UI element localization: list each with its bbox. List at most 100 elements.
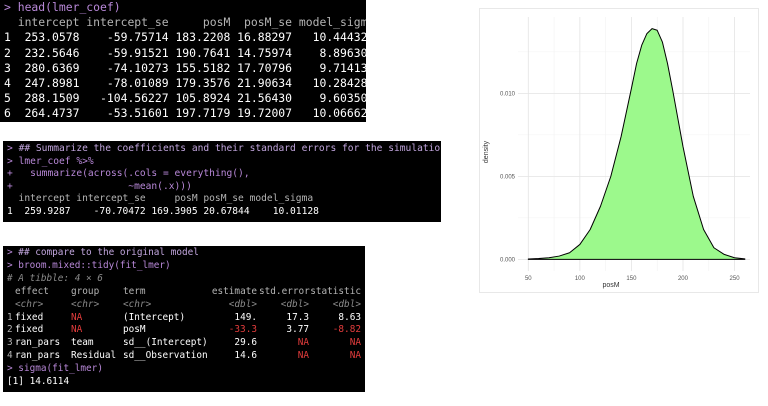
prompt-symbol: > xyxy=(7,155,19,167)
table-cell-num: 1 xyxy=(7,311,13,323)
prompt-symbol: > xyxy=(7,247,19,258)
column-type-estimate: <dbl> xyxy=(228,298,257,310)
column-header-estimate: estimate xyxy=(211,285,257,297)
table-cell-effect: fixed xyxy=(15,324,44,336)
command-text: head(lmer_coef) xyxy=(17,0,121,14)
prompt-symbol: > xyxy=(4,0,18,14)
column-type-group: <chr> xyxy=(71,298,100,310)
prompt-symbol: > xyxy=(7,363,19,375)
table-cell-effect: ran_pars xyxy=(15,350,61,362)
output-line: 2 232.5646 -59.91521 190.7641 14.75974 8… xyxy=(4,45,366,60)
output-line: 5 288.1509 -104.56227 105.8924 21.56430 … xyxy=(4,91,366,106)
y-tick-label: 0.010 xyxy=(500,91,516,97)
output-text: intercept intercept_se posM posM_se mode… xyxy=(4,15,366,30)
output-text: 1 253.0578 -59.75714 183.2208 16.88297 1… xyxy=(4,30,366,45)
tibble-dimensions: # A tibble: 4 × 6 xyxy=(7,272,103,284)
command-text: summarize(across(.cols = everything(), xyxy=(18,168,250,180)
column-header-group: group xyxy=(71,285,100,297)
command-line: > lmer_coef %>% xyxy=(7,155,94,167)
output-line: 6 264.4737 -53.51601 197.7179 19.72007 1… xyxy=(4,108,366,119)
command-line: > ## compare to the original model xyxy=(7,248,199,257)
prompt-symbol: + xyxy=(7,180,19,192)
table-cell-stderror: NA xyxy=(297,350,309,362)
table-cell-statistic: NA xyxy=(349,350,361,362)
x-axis-ticks: 50 100 150 200 250 xyxy=(525,276,740,282)
command-line: > broom.mixed::tidy(fit_lmer) xyxy=(7,261,171,270)
column-header-effect: effect xyxy=(15,285,49,297)
command-text: sigma(fit_lmer) xyxy=(18,363,103,375)
output-line: 4 247.8981 -78.01089 179.3576 21.90634 1… xyxy=(4,77,366,89)
table-cell-effect: fixed xyxy=(15,311,44,323)
console-tidy-output: > ## compare to the original model > broo… xyxy=(3,246,365,392)
console-head-output: > head(lmer_coef) intercept intercept_se… xyxy=(0,0,366,122)
table-cell-estimate: 149. xyxy=(234,311,257,323)
table-cell-effect: ran_pars xyxy=(15,337,61,349)
table-cell-estimate: 29.6 xyxy=(234,337,257,349)
output-line: 1 259.9287 -70.70472 169.3905 20.67844 1… xyxy=(7,207,319,217)
table-cell-group: Residual xyxy=(71,350,117,362)
column-type-stderror: <dbl> xyxy=(280,298,309,310)
tibble-header: # A tibble: 4 × 6 xyxy=(7,274,103,283)
command-line: + ~mean(.x))) xyxy=(7,180,192,192)
output-line: 1 253.0578 -59.75714 183.2208 16.88297 1… xyxy=(4,32,366,43)
output-line: intercept intercept_se posM posM_se mode… xyxy=(4,15,366,30)
density-plot: 50 100 150 200 250 0.000 0.005 0.010 posM dens… xyxy=(479,8,759,293)
output-line: [1] 14.6114 xyxy=(7,377,69,386)
column-header-stderror: std.error xyxy=(259,285,310,297)
table-cell-group: team xyxy=(71,337,94,349)
prompt-symbol: > xyxy=(7,143,19,154)
command-text: ## Summarize the coefficients and their … xyxy=(18,143,441,154)
x-tick-label: 50 xyxy=(525,276,532,282)
table-cell-term: sd__Observation xyxy=(123,350,208,362)
column-type-statistic: <dbl> xyxy=(332,298,361,310)
table-cell-term: sd__(Intercept) xyxy=(123,337,208,349)
output-text: intercept intercept_se posM posM_se mode… xyxy=(7,193,314,205)
prompt-symbol: + xyxy=(7,168,19,180)
table-cell-statistic: NA xyxy=(349,337,361,349)
table-cell-stderror: NA xyxy=(297,337,309,349)
column-header-num xyxy=(7,287,13,296)
table-cell-term: posM xyxy=(123,324,146,336)
y-axis-ticks: 0.000 0.005 0.010 xyxy=(500,91,516,263)
output-line: 3 280.6369 -74.10273 155.5182 17.70796 9… xyxy=(4,60,366,75)
x-tick-label: 100 xyxy=(575,276,586,282)
table-cell-num: 2 xyxy=(7,324,13,336)
command-line: + summarize(across(.cols = everything(), xyxy=(7,169,250,179)
table-cell-num: 4 xyxy=(7,350,13,362)
density-area xyxy=(527,28,746,260)
output-text: 2 232.5646 -59.91521 190.7641 14.75974 8… xyxy=(4,45,366,60)
y-tick-label: 0.000 xyxy=(500,257,516,263)
y-tick-label: 0.005 xyxy=(500,174,516,180)
prompt-symbol: > xyxy=(7,259,19,271)
table-cell-estimate: -33.3 xyxy=(228,324,257,336)
table-cell-num: 3 xyxy=(7,337,13,349)
command-text: ## compare to the original model xyxy=(18,247,199,258)
output-text: 5 288.1509 -104.56227 105.8924 21.56430 … xyxy=(4,91,366,106)
column-type-effect: <chr> xyxy=(15,298,44,310)
command-text: lmer_coef %>% xyxy=(18,155,94,167)
y-axis-label: density xyxy=(483,140,490,163)
table-cell-statistic: 8.63 xyxy=(338,311,361,323)
command-line: > head(lmer_coef) xyxy=(4,0,121,14)
console-summarize-output: > ## Summarize the coefficients and thei… xyxy=(3,141,441,222)
command-text: ~mean(.x))) xyxy=(18,180,192,192)
table-cell-group: NA xyxy=(71,311,83,323)
column-header-term: term xyxy=(123,285,146,297)
table-cell-statistic: -8.82 xyxy=(332,324,361,336)
table-cell-term: (Intercept) xyxy=(123,311,186,323)
table-cell-estimate: 14.6 xyxy=(234,350,257,362)
table-cell-group: NA xyxy=(71,324,83,336)
column-type-term: <chr> xyxy=(123,298,152,310)
table-cell-stderror: 17.3 xyxy=(286,311,309,323)
column-header-statistic: statistic xyxy=(310,285,361,297)
x-tick-label: 200 xyxy=(678,276,689,282)
command-text: broom.mixed::tidy(fit_lmer) xyxy=(18,259,171,271)
output-text: 1 259.9287 -70.70472 169.3905 20.67844 1… xyxy=(7,206,319,217)
x-tick-label: 150 xyxy=(626,276,637,282)
output-line: intercept intercept_se posM posM_se mode… xyxy=(7,193,314,205)
command-line: > sigma(fit_lmer) xyxy=(7,364,103,373)
output-text: 3 280.6369 -74.10273 155.5182 17.70796 9… xyxy=(4,60,366,75)
x-tick-label: 250 xyxy=(730,276,741,282)
density-plot-svg: 50 100 150 200 250 0.000 0.005 0.010 posM dens… xyxy=(483,17,750,289)
output-text: 6 264.4737 -53.51601 197.7179 19.72007 1… xyxy=(4,106,366,121)
